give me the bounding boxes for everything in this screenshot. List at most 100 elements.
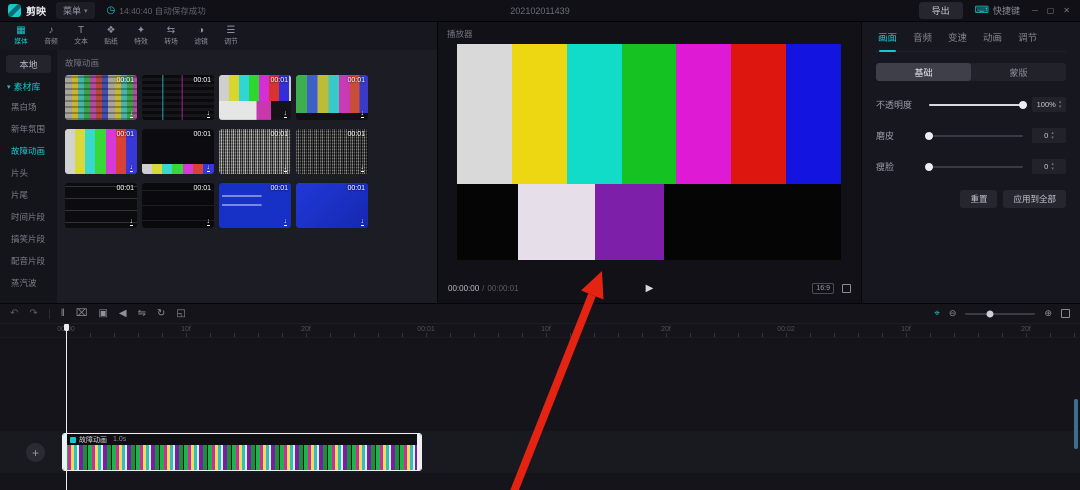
smooth-skin-slider[interactable]: [929, 135, 1023, 137]
topbar-right: 导出 ⌨ 快捷键 ─ ▢ ✕: [919, 2, 1070, 19]
sidebar-item-blackwhite[interactable]: 黑白场: [0, 96, 57, 118]
sidebar-item-local[interactable]: 本地: [6, 55, 51, 73]
sidebar-item-vaporwave[interactable]: 蒸汽波: [0, 272, 57, 294]
sidebar-item-time[interactable]: 时间片段: [0, 206, 57, 228]
tab-animation[interactable]: 动画: [983, 30, 1002, 44]
download-icon[interactable]: ↓: [361, 110, 365, 118]
shortcuts-button[interactable]: ⌨ 快捷键: [975, 4, 1020, 17]
tab-speed[interactable]: 变速: [948, 30, 967, 44]
tab-audio-settings[interactable]: 音频: [913, 30, 932, 44]
download-icon[interactable]: ↓: [361, 164, 365, 172]
undo-button[interactable]: ↶: [10, 309, 18, 319]
sidebar-item-outro[interactable]: 片尾: [0, 184, 57, 206]
thumbnail-duration: 00:01: [270, 131, 288, 138]
close-button[interactable]: ✕: [1063, 6, 1070, 15]
timeline-ruler[interactable]: 00:00 10f 20f 00:01 10f 20f 00:02 10f 20…: [0, 324, 1080, 338]
ruler-label: 20f: [1021, 326, 1031, 333]
download-icon[interactable]: ↓: [284, 164, 288, 172]
sidebar-item-funny[interactable]: 搞笑片段: [0, 228, 57, 250]
download-icon[interactable]: ↓: [284, 218, 288, 226]
media-thumbnail[interactable]: 00:01↓: [65, 183, 137, 228]
download-icon[interactable]: ↓: [284, 110, 288, 118]
tab-effects[interactable]: ✦特效: [126, 25, 156, 47]
maximize-button[interactable]: ▢: [1047, 6, 1055, 15]
download-icon[interactable]: ↓: [361, 218, 365, 226]
media-grid: 故障动画 00:01↓ 00:01↓ 00:01↓ 00:01↓ 00:01↓ …: [57, 50, 437, 303]
slim-face-slider[interactable]: [929, 166, 1023, 168]
sidebar-item-dubbing[interactable]: 配音片段: [0, 250, 57, 272]
video-preview[interactable]: [457, 44, 841, 260]
split-button[interactable]: ‖: [61, 309, 65, 319]
sidebar-item-intro[interactable]: 片头: [0, 162, 57, 184]
timeline-scrollbar[interactable]: [1074, 399, 1078, 449]
playhead[interactable]: [66, 324, 67, 490]
opacity-slider[interactable]: [929, 104, 1023, 106]
sidebar-item-newyear[interactable]: 新年氛围: [0, 118, 57, 140]
stepper-icons[interactable]: ▴▾: [1051, 131, 1054, 140]
minimize-button[interactable]: ─: [1032, 6, 1038, 15]
tab-adjustment[interactable]: 调节: [1018, 30, 1037, 44]
tab-filter[interactable]: ◑滤镜: [186, 25, 216, 47]
fullscreen-icon[interactable]: [842, 284, 851, 293]
download-icon[interactable]: ↓: [207, 164, 211, 172]
zoom-knob[interactable]: [986, 310, 993, 317]
subtab-mask[interactable]: 蒙版: [971, 63, 1066, 81]
reset-button[interactable]: 重置: [960, 190, 997, 208]
media-thumbnail[interactable]: 00:01↓: [219, 75, 291, 120]
media-thumbnail[interactable]: 00:01↓: [296, 75, 368, 120]
export-button[interactable]: 导出: [919, 2, 963, 19]
opacity-value[interactable]: 100% ▴▾: [1032, 97, 1066, 112]
fit-timeline-icon[interactable]: [1061, 309, 1070, 318]
zoom-out-icon[interactable]: ⊖: [949, 308, 957, 319]
slider-knob[interactable]: [1019, 101, 1027, 109]
media-thumbnail[interactable]: 00:01↓: [65, 75, 137, 120]
media-thumbnail[interactable]: 00:01 ↓: [219, 129, 291, 174]
freeze-frame-button[interactable]: ▣: [98, 309, 107, 319]
media-thumbnail[interactable]: 00:01↓: [219, 183, 291, 228]
download-icon[interactable]: ↓: [130, 164, 134, 172]
slider-knob[interactable]: [925, 132, 933, 140]
subtab-basic[interactable]: 基础: [876, 63, 971, 81]
smooth-skin-value[interactable]: 0 ▴▾: [1032, 128, 1066, 143]
menu-button[interactable]: 菜单 ▾: [56, 2, 95, 19]
aspect-ratio-button[interactable]: 16:9: [812, 283, 834, 294]
redo-button[interactable]: ↷: [29, 309, 37, 319]
sidebar-item-glitch[interactable]: 故障动画: [0, 140, 57, 162]
tab-adjust[interactable]: ☰调节: [216, 25, 246, 47]
opacity-label: 不透明度: [876, 98, 920, 111]
stepper-icons[interactable]: ▴▾: [1059, 100, 1062, 109]
download-icon[interactable]: ↓: [130, 110, 134, 118]
slim-face-value[interactable]: 0 ▴▾: [1032, 159, 1066, 174]
delete-button[interactable]: ⌧: [76, 309, 88, 319]
download-icon[interactable]: ↓: [207, 218, 211, 226]
tab-transition[interactable]: ⇆转场: [156, 25, 186, 47]
media-thumbnail[interactable]: 00:01↓: [142, 183, 214, 228]
timeline-zoom-slider[interactable]: [965, 313, 1035, 315]
tab-audio[interactable]: ♪音频: [36, 25, 66, 47]
play-button[interactable]: ▶: [646, 283, 654, 294]
media-thumbnail[interactable]: 00:01↓: [296, 129, 368, 174]
add-media-button[interactable]: +: [26, 443, 45, 462]
download-icon[interactable]: ↓: [130, 218, 134, 226]
reverse-button[interactable]: ◀: [119, 309, 127, 319]
slider-knob[interactable]: [925, 163, 933, 171]
sidebar-section-library[interactable]: ▾ 素材库: [0, 73, 57, 96]
mirror-button[interactable]: ⇋: [138, 309, 146, 319]
crop-button[interactable]: ◱: [176, 309, 185, 319]
download-icon[interactable]: ↓: [207, 110, 211, 118]
media-thumbnail[interactable]: 00:01↓: [65, 129, 137, 174]
rotate-button[interactable]: ↻: [157, 309, 165, 319]
effects-icon: ✦: [137, 25, 145, 36]
media-thumbnail[interactable]: 00:01↓: [142, 129, 214, 174]
media-thumbnail[interactable]: 00:01↓: [142, 75, 214, 120]
media-thumbnail[interactable]: 00:01↓: [296, 183, 368, 228]
timeline-clip[interactable]: 故障动画 1.0s: [62, 433, 422, 471]
tab-media[interactable]: ▦媒体: [6, 25, 36, 47]
snap-toggle-icon[interactable]: ⌖: [934, 308, 940, 319]
zoom-in-icon[interactable]: ⊕: [1044, 308, 1052, 319]
tab-picture[interactable]: 画面: [878, 30, 897, 44]
stepper-icons[interactable]: ▴▾: [1051, 162, 1054, 171]
tab-sticker[interactable]: ❖贴纸: [96, 25, 126, 47]
apply-to-all-button[interactable]: 应用到全部: [1003, 190, 1066, 208]
tab-text[interactable]: T文本: [66, 25, 96, 47]
